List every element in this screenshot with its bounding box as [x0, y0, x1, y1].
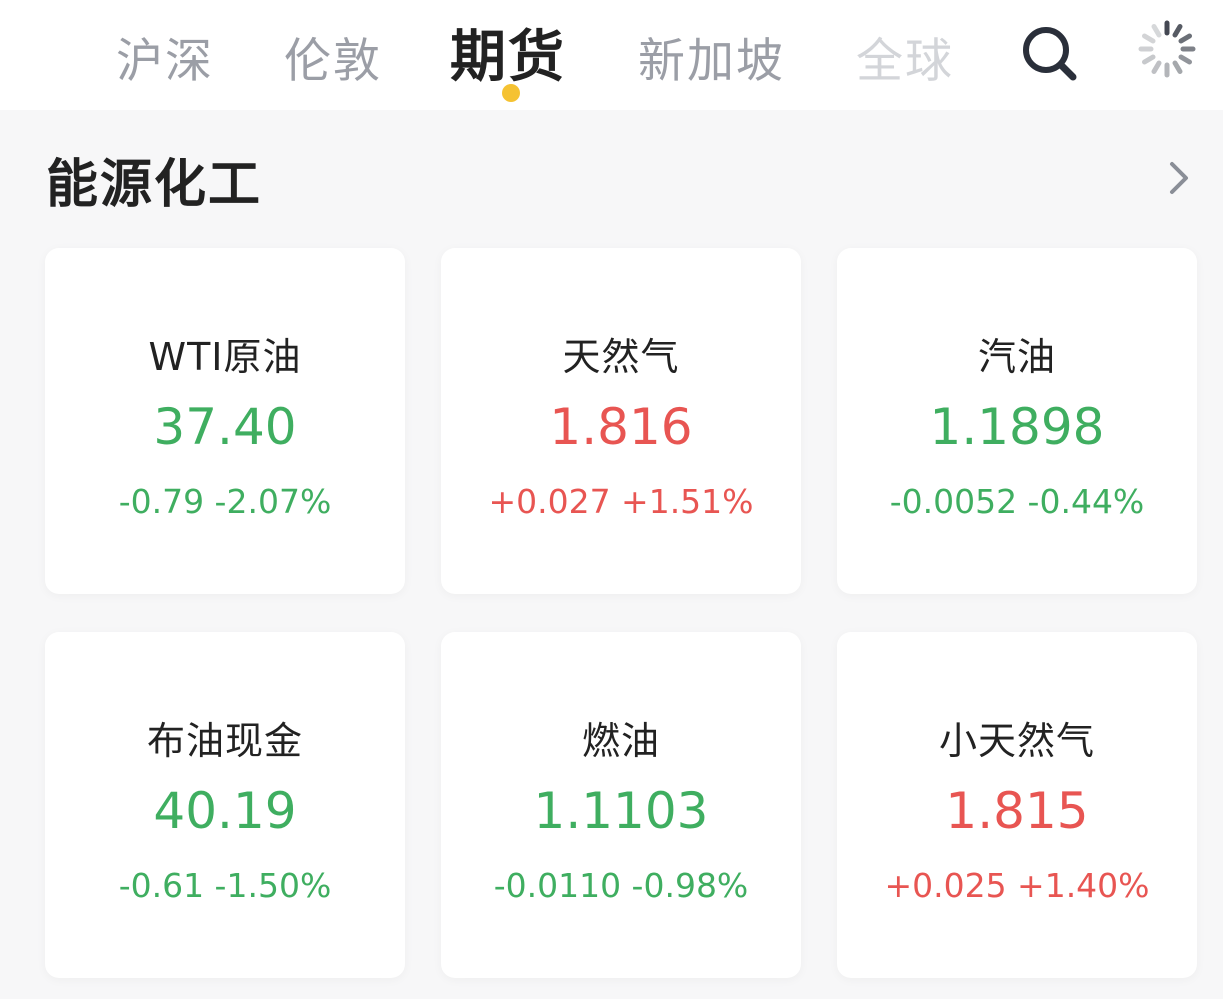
futures-card-wti-crude[interactable]: WTI原油 37.40 -0.79 -2.07%	[45, 248, 405, 594]
market-tab-bar: 沪深 伦敦 期货 新加坡 全球	[0, 0, 1223, 110]
card-price: 1.816	[549, 398, 693, 456]
futures-card-fuel-oil[interactable]: 燃油 1.1103 -0.0110 -0.98%	[441, 632, 801, 978]
card-price: 37.40	[153, 398, 297, 456]
card-change: -0.0052 -0.44%	[889, 482, 1145, 521]
search-icon[interactable]	[1020, 24, 1078, 82]
card-change: -0.61 -1.50%	[118, 866, 332, 905]
futures-card-natural-gas[interactable]: 天然气 1.816 +0.027 +1.51%	[441, 248, 801, 594]
tab-global[interactable]: 全球	[856, 22, 954, 91]
futures-card-mini-natural-gas[interactable]: 小天然气 1.815 +0.025 +1.40%	[837, 632, 1197, 978]
active-tab-indicator	[502, 84, 520, 102]
card-change: +0.027 +1.51%	[488, 482, 754, 521]
tab-singapore[interactable]: 新加坡	[638, 22, 785, 91]
card-name: 燃油	[581, 719, 660, 763]
section-title: 能源化工	[46, 155, 263, 215]
chevron-right-icon[interactable]	[1164, 158, 1194, 198]
section-header[interactable]: 能源化工	[0, 110, 1223, 240]
card-price: 40.19	[153, 782, 297, 840]
card-price: 1.1103	[533, 782, 709, 840]
card-name: 天然气	[562, 335, 680, 379]
card-name: 布油现金	[146, 719, 303, 763]
card-name: 小天然气	[938, 719, 1095, 763]
card-change: -0.79 -2.07%	[118, 482, 332, 521]
loading-spinner-icon[interactable]	[1136, 18, 1198, 80]
card-change: -0.0110 -0.98%	[493, 866, 749, 905]
card-price: 1.1898	[929, 398, 1105, 456]
tab-london[interactable]: 伦敦	[284, 22, 382, 91]
tab-futures[interactable]: 期货	[450, 12, 566, 93]
card-price: 1.815	[945, 782, 1089, 840]
tab-shanghai-shenzhen[interactable]: 沪深	[116, 22, 214, 91]
card-change: +0.025 +1.40%	[884, 866, 1150, 905]
futures-card-brent-cash[interactable]: 布油现金 40.19 -0.61 -1.50%	[45, 632, 405, 978]
card-name: 汽油	[977, 335, 1056, 379]
futures-card-gasoline[interactable]: 汽油 1.1898 -0.0052 -0.44%	[837, 248, 1197, 594]
card-name: WTI原油	[148, 335, 302, 379]
